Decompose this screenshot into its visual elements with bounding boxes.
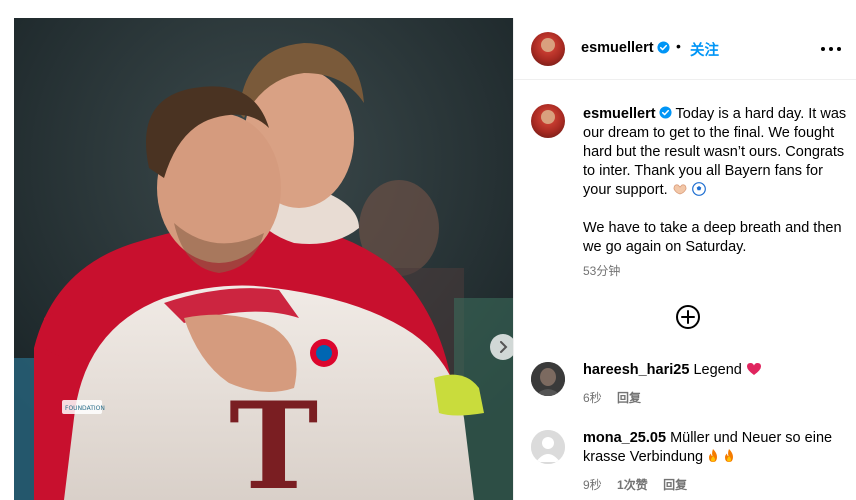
- caption-author-avatar[interactable]: [531, 104, 565, 138]
- commenter-photo: [531, 362, 565, 396]
- fire-emoji-icon: [725, 449, 734, 462]
- photo-illustration: T FOUNDATION: [14, 18, 513, 500]
- comment-meta: 6秒 回复: [583, 389, 653, 406]
- jersey-letter: T: [229, 376, 318, 500]
- default-avatar-icon: [531, 430, 565, 464]
- author-avatar[interactable]: [531, 32, 565, 66]
- reply-button[interactable]: 回复: [663, 478, 687, 492]
- plus-circle-icon[interactable]: [675, 304, 701, 330]
- post-details-panel: esmuellert • 关注 esmuellert Today is a har…: [513, 18, 856, 500]
- comment-item: hareesh_hari25 Legend: [583, 361, 851, 380]
- follow-button[interactable]: 关注: [690, 39, 719, 60]
- fire-emoji-icon: [709, 449, 718, 462]
- comment-meta: 9秒 1次赞 回复: [583, 476, 699, 493]
- comment-username[interactable]: mona_25.05: [583, 430, 666, 446]
- header-separator: •: [676, 38, 681, 54]
- caption-text-paragraph-2: We have to take a deep breath and then w…: [583, 220, 842, 255]
- verified-badge-icon: [659, 106, 672, 119]
- post-media-container: T FOUNDATION: [0, 0, 513, 500]
- soccer-ball-emoji-icon: [691, 182, 706, 196]
- comment-time[interactable]: 6秒: [583, 391, 602, 405]
- post-caption: esmuellert Today is a hard day. It was ou…: [583, 105, 855, 257]
- commenter-avatar[interactable]: [531, 430, 565, 464]
- comment-likes[interactable]: 1次赞: [617, 478, 648, 492]
- sleeve-sponsor-text: FOUNDATION: [65, 405, 105, 412]
- post-header: esmuellert • 关注: [514, 18, 856, 80]
- commenter-avatar[interactable]: [531, 362, 565, 396]
- more-options-icon[interactable]: [821, 47, 845, 53]
- red-heart-emoji-icon: [746, 363, 761, 375]
- post-timestamp[interactable]: 53分钟: [583, 262, 620, 279]
- next-photo-button[interactable]: [490, 334, 513, 360]
- reply-button[interactable]: 回复: [617, 391, 641, 405]
- comment-body: Legend: [693, 362, 742, 378]
- heart-hands-emoji-icon: [673, 184, 687, 195]
- comment-item: mona_25.05 Müller und Neuer so eine kras…: [583, 429, 851, 467]
- comment-username[interactable]: hareesh_hari25: [583, 362, 689, 378]
- post-photo[interactable]: T FOUNDATION: [14, 18, 513, 500]
- verified-badge-icon: [657, 41, 670, 54]
- author-username[interactable]: esmuellert: [581, 40, 654, 56]
- comment-time[interactable]: 9秒: [583, 478, 602, 492]
- chevron-right-icon: [500, 341, 508, 353]
- caption-username[interactable]: esmuellert: [583, 106, 656, 122]
